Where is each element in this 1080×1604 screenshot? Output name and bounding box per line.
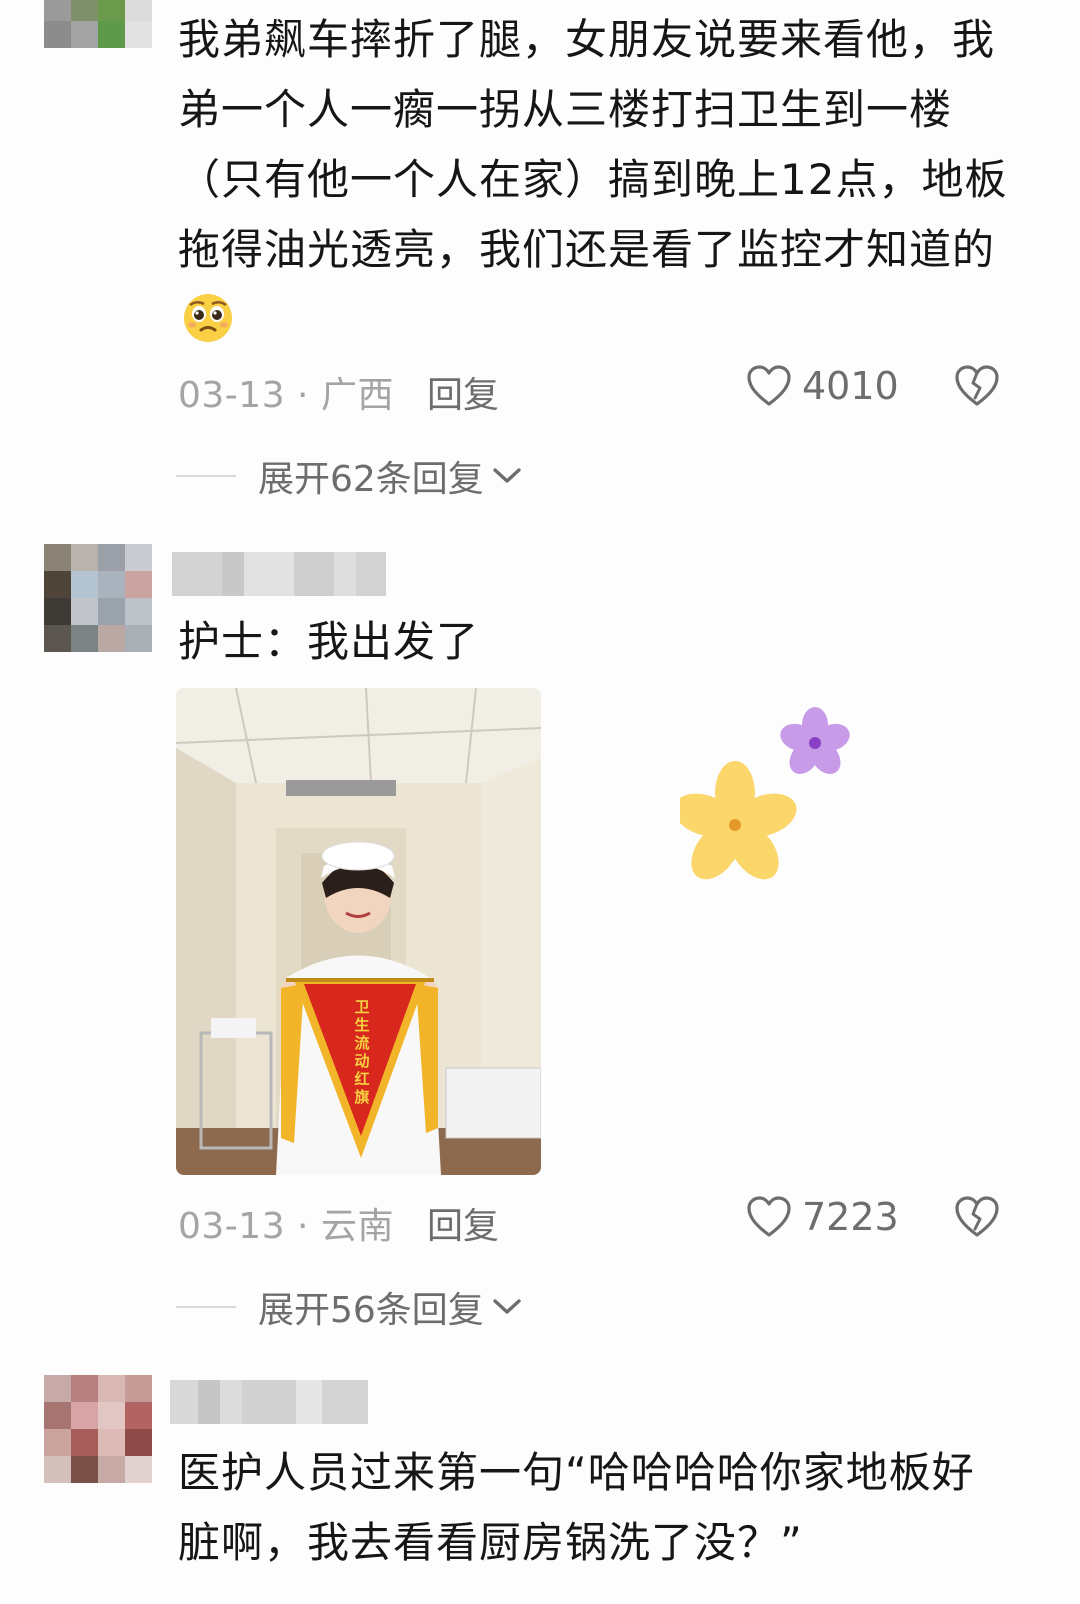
flower-sticker: [673, 705, 860, 899]
broken-heart-icon: [955, 1196, 999, 1237]
divider-line: [176, 1306, 236, 1308]
like-count: 7223: [802, 1195, 899, 1239]
pennant-text: 卫生流动红旗: [354, 998, 370, 1106]
like-count: 4010: [802, 364, 899, 408]
pleading-face-emoji: [182, 292, 234, 344]
avatar[interactable]: [44, 544, 152, 652]
heart-outline-icon: [747, 1196, 791, 1237]
divider-line: [176, 475, 236, 477]
dislike-button[interactable]: [954, 1195, 1000, 1243]
avatar[interactable]: [44, 0, 152, 48]
comment-text: 护士：我出发了: [178, 617, 480, 666]
chevron-down-icon: [493, 1299, 521, 1314]
expand-replies[interactable]: 展开56条回复: [176, 1281, 524, 1333]
username[interactable]: [172, 552, 386, 596]
username[interactable]: [170, 1380, 368, 1424]
avatar[interactable]: [44, 1375, 152, 1483]
expand-replies-label: 展开62条回复: [258, 459, 484, 500]
comment-body: 我弟飙车摔折了腿，女朋友说要来看他，我弟一个人一瘸一拐从三楼打扫卫生到一楼（只有…: [178, 15, 1008, 274]
comment-date-location: 03-13 · 广西: [178, 375, 394, 416]
comment-image[interactable]: 卫生流动红旗: [176, 688, 541, 1175]
expand-replies-label: 展开56条回复: [258, 1290, 484, 1331]
expand-replies[interactable]: 展开62条回复: [176, 450, 524, 502]
like-button[interactable]: 4010: [746, 364, 899, 408]
comment-text: 我弟飙车摔折了腿，女朋友说要来看他，我弟一个人一瘸一拐从三楼打扫卫生到一楼（只有…: [178, 5, 1008, 355]
reply-button[interactable]: 回复: [427, 1197, 499, 1249]
broken-heart-icon: [955, 365, 999, 406]
comment-date-location: 03-13 · 云南: [178, 1206, 394, 1247]
reply-button[interactable]: 回复: [427, 366, 499, 418]
chevron-down-icon: [493, 468, 521, 483]
comment-text: 医护人员过来第一句“哈哈哈哈你家地板好脏啊，我去看看厨房锅洗了没？”: [178, 1448, 975, 1567]
dislike-button[interactable]: [954, 364, 1000, 412]
heart-outline-icon: [747, 365, 791, 406]
like-button[interactable]: 7223: [746, 1195, 899, 1239]
